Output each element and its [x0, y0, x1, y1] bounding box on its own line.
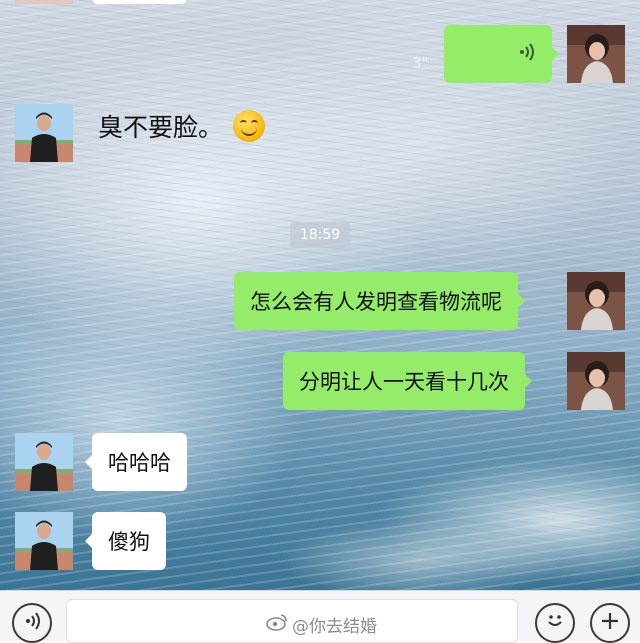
plus-icon	[600, 608, 620, 638]
voice-toggle-button[interactable]	[12, 603, 52, 643]
received-message-bubble[interactable]: 哈哈哈	[85, 433, 187, 491]
sent-message-text: 分明让人一天看十几次	[299, 370, 509, 394]
received-message-bubble[interactable]: 傻狗	[85, 512, 166, 570]
voice-message-bubble[interactable]	[444, 25, 559, 83]
timestamp: 18:59	[290, 222, 350, 248]
self-avatar[interactable]	[567, 352, 625, 410]
friend-avatar[interactable]	[15, 433, 73, 491]
emoji-icon	[544, 608, 566, 638]
sent-message-bubble[interactable]: 分明让人一天看十几次	[283, 352, 532, 410]
voice-toggle-icon	[22, 608, 42, 638]
received-message-text: 哈哈哈	[108, 451, 171, 475]
smiley-emoji-icon	[233, 110, 266, 142]
plain-message: 臭不要脸。	[98, 108, 266, 144]
self-avatar[interactable]	[567, 272, 625, 330]
cropped-bubble-top	[92, 0, 187, 4]
friend-avatar[interactable]	[15, 104, 73, 162]
cropped-avatar-top	[15, 0, 73, 4]
friend-avatar[interactable]	[15, 512, 73, 570]
plain-message-text: 臭不要脸。	[98, 113, 224, 142]
sent-message-bubble[interactable]: 怎么会有人发明查看物流呢	[234, 272, 525, 330]
emoji-button[interactable]	[535, 603, 575, 643]
voice-duration: 3"	[412, 54, 429, 72]
voice-wave-icon	[518, 42, 536, 66]
weibo-logo-icon	[266, 613, 288, 636]
received-message-text: 傻狗	[108, 530, 150, 554]
self-avatar[interactable]	[567, 25, 625, 83]
sent-message-text: 怎么会有人发明查看物流呢	[250, 290, 502, 314]
watermark-text: @你去结婚	[292, 617, 377, 637]
watermark: @你去结婚	[266, 612, 377, 637]
more-button[interactable]	[590, 603, 630, 643]
